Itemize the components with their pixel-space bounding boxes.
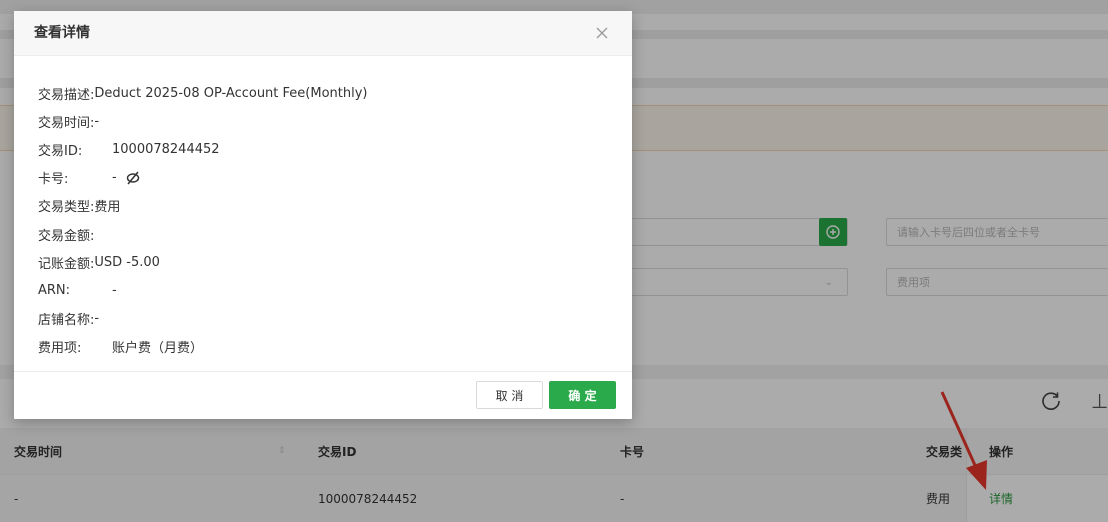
field-label: 记账金额: xyxy=(38,256,95,272)
field-value: 费用 xyxy=(94,200,121,216)
field-label: 交易描述: xyxy=(38,87,95,103)
detail-row-id: 交易ID: 1000078244452 xyxy=(38,135,618,163)
field-value: Deduct 2025-08 OP-Account Fee(Monthly) xyxy=(94,85,368,101)
field-label: 店铺名称: xyxy=(38,313,95,329)
field-label: ARN: xyxy=(38,282,71,298)
field-value: 1000078244452 xyxy=(112,141,220,157)
modal-header: 查看详情 xyxy=(14,11,632,56)
detail-row-time: 交易时间: - xyxy=(38,107,618,135)
field-value: - xyxy=(94,113,100,129)
detail-row-fee-item: 费用项: 账户费（月费） xyxy=(38,333,618,361)
field-value: - xyxy=(112,282,117,298)
field-value: - xyxy=(112,170,117,186)
field-label: 交易类型: xyxy=(38,200,95,216)
field-label: 交易金额: xyxy=(38,228,95,244)
modal-footer: 取 消 确 定 xyxy=(14,371,632,419)
close-icon[interactable] xyxy=(592,23,612,43)
field-label: 交易ID: xyxy=(38,143,83,159)
modal-title: 查看详情 xyxy=(34,25,90,41)
modal-body: 交易描述: Deduct 2025-08 OP-Account Fee(Mont… xyxy=(38,79,618,361)
eye-slash-icon[interactable] xyxy=(125,170,141,186)
detail-row-arn: ARN: - xyxy=(38,276,618,304)
detail-row-description: 交易描述: Deduct 2025-08 OP-Account Fee(Mont… xyxy=(38,79,618,107)
detail-row-card: 卡号: - xyxy=(38,164,618,192)
field-value: USD -5.00 xyxy=(94,254,160,270)
detail-row-type: 交易类型: 费用 xyxy=(38,192,618,220)
field-label: 卡号: xyxy=(38,172,69,188)
detail-row-store: 店铺名称: - xyxy=(38,305,618,333)
field-value: - xyxy=(94,311,100,327)
detail-row-amount: 交易金额: xyxy=(38,220,618,248)
field-label: 费用项: xyxy=(38,341,82,357)
confirm-button[interactable]: 确 定 xyxy=(549,381,616,409)
field-value: 账户费（月费） xyxy=(112,341,204,357)
details-modal: 查看详情 交易描述: Deduct 2025-08 OP-Account Fee… xyxy=(14,11,632,419)
field-label: 交易时间: xyxy=(38,115,95,131)
detail-row-posted-amount: 记账金额: USD -5.00 xyxy=(38,248,618,276)
cancel-button[interactable]: 取 消 xyxy=(476,381,543,409)
